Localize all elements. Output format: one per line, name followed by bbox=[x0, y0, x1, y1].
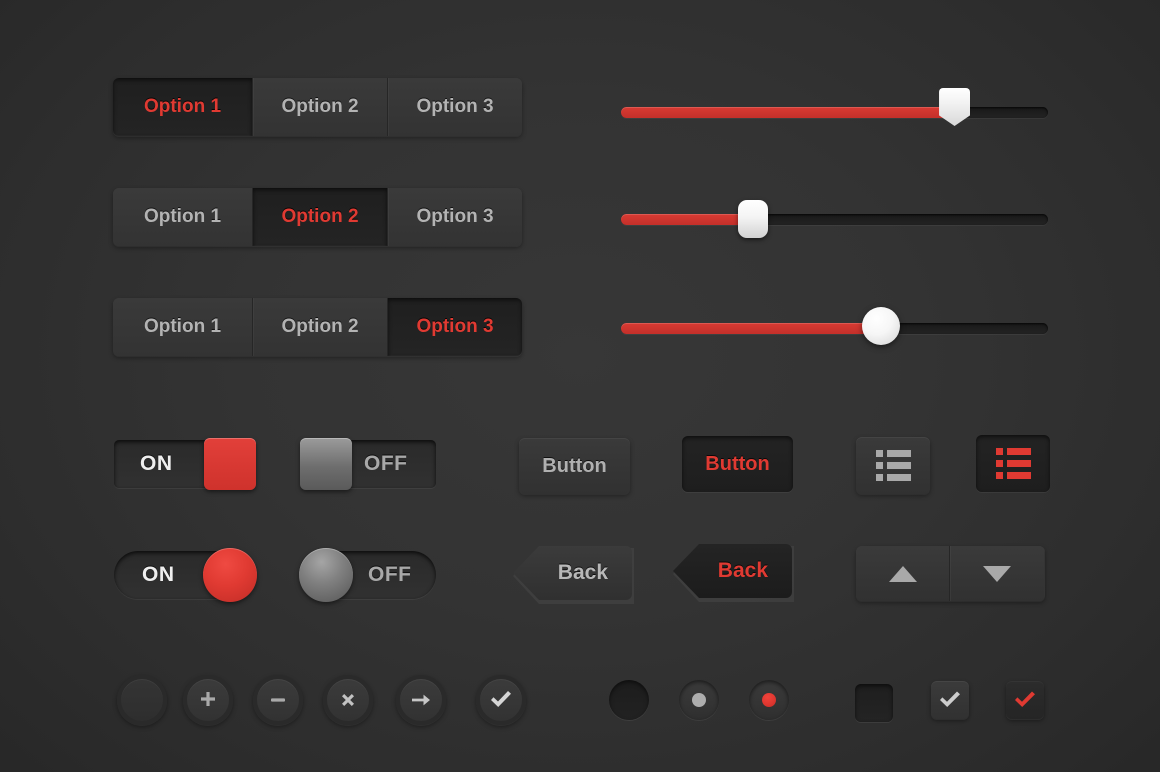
slider-handle[interactable] bbox=[738, 200, 769, 238]
segmented-option-label: Option 3 bbox=[416, 96, 494, 117]
minus-icon bbox=[271, 698, 285, 702]
slider-track[interactable] bbox=[621, 214, 1048, 225]
triangle-down-icon bbox=[983, 565, 1011, 582]
segmented-control-row-3[interactable]: Option 1 Option 2 Option 3 bbox=[113, 298, 522, 356]
circle-button-next[interactable] bbox=[396, 675, 446, 725]
check-icon bbox=[491, 691, 511, 707]
checkbox-unchecked[interactable] bbox=[855, 684, 893, 722]
plus-icon bbox=[201, 692, 215, 706]
button-label: Button bbox=[542, 454, 607, 477]
toggle-knob[interactable] bbox=[299, 548, 353, 602]
back-button-label: Back bbox=[717, 559, 768, 582]
segmented-option-label: Option 2 bbox=[281, 206, 359, 227]
circle-button-confirm[interactable] bbox=[476, 675, 526, 725]
segmented-option-label: Option 1 bbox=[143, 316, 222, 337]
button-label: Button bbox=[705, 452, 770, 475]
button-default[interactable]: Button bbox=[519, 438, 630, 494]
segmented-option-2-row-3[interactable]: Option 2 bbox=[253, 298, 388, 356]
triangle-up-icon bbox=[888, 565, 917, 582]
slider-circle-handle[interactable] bbox=[621, 307, 1048, 349]
slider-fill bbox=[621, 107, 955, 118]
stepper-control[interactable] bbox=[856, 546, 1045, 601]
toggle-pill-off[interactable]: OFF bbox=[299, 548, 436, 602]
circle-button-blank[interactable] bbox=[117, 675, 167, 725]
circle-button-add[interactable] bbox=[183, 675, 233, 725]
toggle-pill-on[interactable]: ON bbox=[114, 548, 257, 602]
checkbox-checked-gray[interactable] bbox=[931, 681, 969, 719]
segmented-option-label: Option 1 bbox=[143, 206, 222, 227]
segmented-option-1-row-2[interactable]: Option 1 bbox=[113, 188, 253, 246]
check-icon bbox=[1015, 691, 1035, 707]
circle-button-remove[interactable] bbox=[253, 675, 303, 725]
button-active[interactable]: Button bbox=[682, 436, 793, 492]
toggle-square-off[interactable]: OFF bbox=[300, 438, 436, 490]
slider-track[interactable] bbox=[621, 107, 1048, 118]
radio-selected-gray[interactable] bbox=[679, 680, 719, 720]
segmented-control-row-1[interactable]: Option 1 Option 2 Option 3 bbox=[113, 78, 522, 136]
segmented-option-label: Option 2 bbox=[281, 96, 359, 117]
toggle-label: OFF bbox=[364, 452, 408, 475]
segmented-option-3-row-1[interactable]: Option 3 bbox=[388, 78, 522, 136]
slider-rect-handle[interactable] bbox=[621, 200, 1048, 240]
list-icon bbox=[995, 448, 1031, 479]
check-icon bbox=[940, 691, 960, 707]
segmented-option-1-row-1[interactable]: Option 1 bbox=[113, 78, 253, 136]
close-icon bbox=[342, 694, 354, 706]
radio-unselected[interactable] bbox=[609, 680, 649, 720]
stepper-up-button[interactable] bbox=[856, 546, 950, 601]
segmented-option-2-row-2[interactable]: Option 2 bbox=[253, 188, 388, 246]
slider-pin-handle[interactable] bbox=[621, 88, 1048, 133]
toggle-label: ON bbox=[140, 452, 173, 475]
segmented-control-row-2[interactable]: Option 1 Option 2 Option 3 bbox=[113, 188, 522, 246]
radio-selected-red[interactable] bbox=[749, 680, 789, 720]
segmented-option-label: Option 1 bbox=[143, 96, 222, 117]
slider-handle[interactable] bbox=[862, 307, 901, 345]
toggle-knob[interactable] bbox=[203, 548, 257, 602]
list-view-button-default[interactable] bbox=[856, 437, 930, 494]
radio-dot bbox=[692, 693, 706, 707]
segmented-option-label: Option 2 bbox=[281, 316, 359, 337]
slider-fill bbox=[621, 323, 882, 334]
segmented-option-3-row-3[interactable]: Option 3 bbox=[388, 298, 522, 356]
segmented-option-label: Option 3 bbox=[416, 206, 494, 227]
toggle-label: ON bbox=[142, 563, 175, 586]
slider-handle[interactable] bbox=[939, 88, 971, 126]
list-view-button-active[interactable] bbox=[976, 435, 1050, 492]
segmented-option-3-row-2[interactable]: Option 3 bbox=[388, 188, 522, 246]
back-button-label: Back bbox=[557, 561, 608, 584]
segmented-option-label: Option 3 bbox=[416, 316, 494, 337]
slider-track[interactable] bbox=[621, 323, 1048, 334]
stepper-down-button[interactable] bbox=[950, 546, 1044, 601]
toggle-knob[interactable] bbox=[204, 438, 256, 490]
segmented-option-2-row-1[interactable]: Option 2 bbox=[253, 78, 388, 136]
arrow-right-icon bbox=[412, 694, 430, 706]
segmented-option-1-row-3[interactable]: Option 1 bbox=[113, 298, 253, 356]
toggle-label: OFF bbox=[368, 563, 412, 586]
checkbox-checked-red[interactable] bbox=[1006, 681, 1044, 719]
ui-kit-canvas: Option 1 Option 2 Option 3 Option 1 Opti… bbox=[0, 0, 1160, 772]
radio-dot bbox=[762, 693, 776, 707]
toggle-knob[interactable] bbox=[300, 438, 352, 490]
circle-button-close[interactable] bbox=[323, 675, 373, 725]
list-icon bbox=[875, 450, 911, 481]
toggle-square-on[interactable]: ON bbox=[114, 438, 256, 490]
slider-fill bbox=[621, 214, 754, 225]
